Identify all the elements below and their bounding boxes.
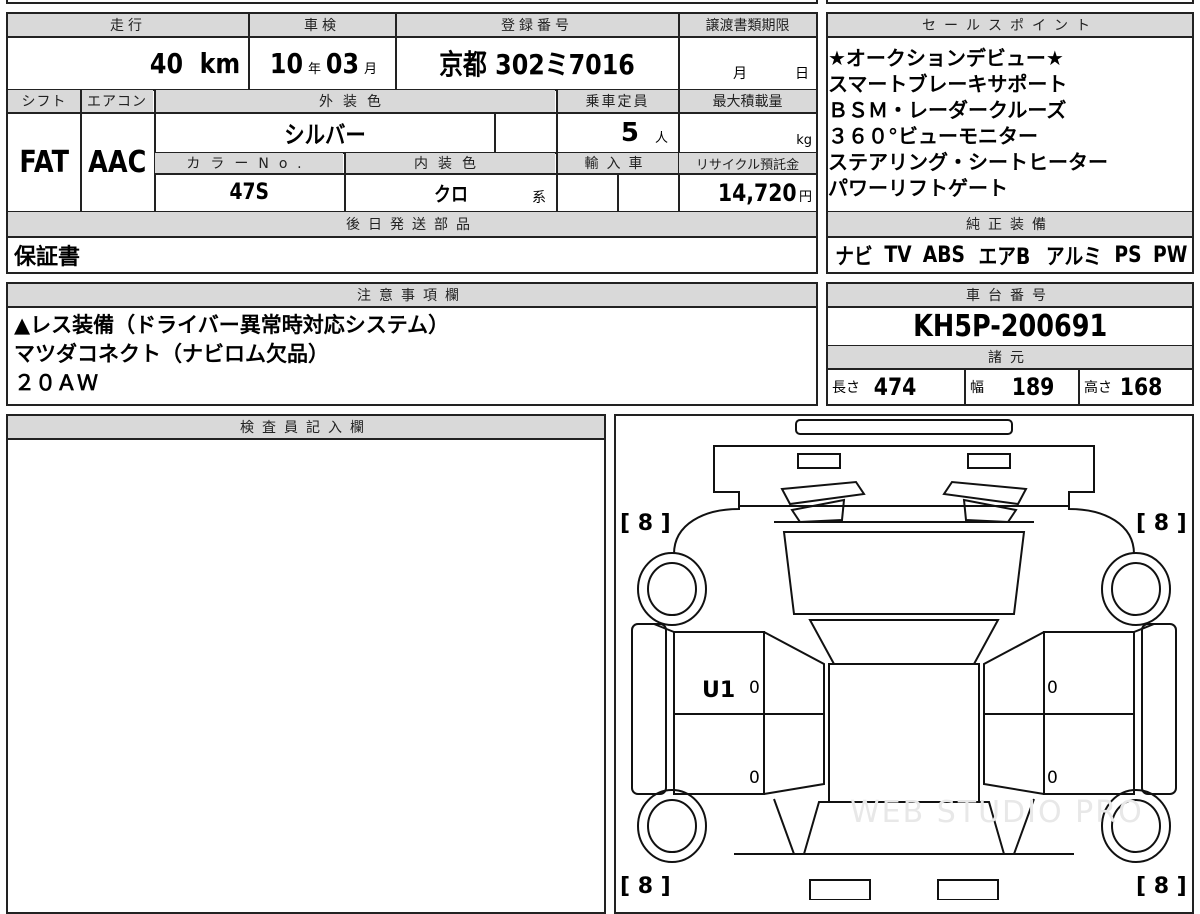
chassis-header: 車台番号 [828, 284, 1192, 306]
registration-number: 京都 302ミ7016 [439, 48, 635, 81]
inspector-header: 検査員記入欄 [8, 416, 604, 438]
panel-mark: 0 [1047, 678, 1058, 698]
specs-header: 諸元 [828, 346, 1192, 368]
shift-value: FAT [19, 144, 69, 180]
sales-point-item: パワーリフトゲート [828, 176, 1008, 200]
color-no-value: 47S [229, 180, 270, 205]
inspection-value: 10 年 03 月 [269, 46, 377, 80]
transfer-deadline-header: 譲渡書類期限 [679, 14, 816, 36]
spec-height: 高さ 168 [1084, 373, 1163, 401]
capacity-header: 乗車定員 [557, 90, 678, 112]
sales-point-item: ★オークションデビュー★ [828, 46, 1064, 70]
import-header: 輸入車 [557, 153, 678, 173]
notes-header: 注意事項欄 [8, 284, 816, 306]
sales-point-item: ３６０°ビューモニター [828, 124, 1038, 148]
equipment-item: TV [883, 242, 912, 268]
genuine-equipment-header: 純正装備 [828, 212, 1192, 236]
max-load-value: kg [796, 133, 812, 148]
sales-point-item: ＢＳＭ・レーダークルーズ [828, 98, 1067, 122]
exterior-color-header: 外装色 [155, 90, 555, 112]
equipment-item: PW [1152, 242, 1187, 268]
max-load-header: 最大積載量 [679, 90, 816, 112]
later-parts-value: 保証書 [14, 245, 81, 270]
interior-color-suffix: 系 [532, 190, 546, 206]
panel-mark: 0 [749, 678, 760, 698]
mileage-value: 40 km [150, 46, 241, 80]
equipment-item: ナビ [835, 245, 873, 270]
panel-mark: 0 [749, 768, 760, 788]
spec-length: 長さ 474 [832, 373, 917, 401]
note-item: マツダコネクト（ナビロム欠品） [14, 342, 329, 366]
watermark: WEB STUDIO PRO [850, 795, 1144, 830]
recycle-value: 14,720 円 [718, 178, 812, 207]
tread-depth-rear-left: [ 8 ] [620, 874, 671, 899]
top-cutoff-strip-right [826, 0, 1194, 4]
aircon-header: エアコン [81, 90, 153, 112]
equipment-item: ABS [922, 242, 966, 268]
shift-header: シフト [8, 90, 80, 112]
tread-depth-front-right: [ 8 ] [1136, 511, 1187, 536]
inspector-box [6, 414, 606, 914]
spec-width: 幅 189 [970, 373, 1055, 401]
capacity-value: 5人 [620, 117, 668, 148]
transfer-deadline-value: 月 日 [733, 66, 809, 82]
equipment-item: PS [1114, 242, 1142, 268]
registration-header: 登録番号 [396, 14, 678, 36]
equipment-item: エアB [978, 245, 1031, 270]
equipment-item: アルミ [1045, 245, 1102, 270]
interior-color-header: 内装色 [345, 153, 555, 173]
inspection-header: 車検 [249, 14, 395, 36]
note-item: ２０ＡＷ [14, 371, 98, 395]
sales-points-list: ★オークションデビュー★ スマートブレーキサポート ＢＳＭ・レーダークルーズ ３… [828, 45, 1192, 201]
aircon-value: AAC [88, 144, 147, 180]
top-cutoff-strip [6, 0, 818, 4]
tread-depth-rear-right: [ 8 ] [1136, 874, 1187, 899]
recycle-header: リサイクル預託金 [679, 153, 816, 173]
later-parts-header: 後日発送部品 [8, 212, 816, 236]
chassis-number: KH5P-200691 [912, 308, 1108, 344]
notes-list: ▲レス装備（ドライバー異常時対応システム） マツダコネクト（ナビロム欠品） ２０… [14, 311, 804, 398]
sales-points-header: セールスポイント [828, 14, 1192, 36]
exterior-color-value: シルバー [283, 121, 366, 149]
note-item: ▲レス装備（ドライバー異常時対応システム） [14, 313, 450, 337]
color-no-header: カラーNo. [155, 153, 343, 173]
sales-point-item: スマートブレーキサポート [828, 72, 1068, 96]
interior-color-value: クロ [433, 182, 468, 206]
damage-mark-u1: U1 [702, 678, 736, 703]
tread-depth-front-left: [ 8 ] [620, 511, 671, 536]
mileage-header: 走行 [8, 14, 248, 36]
panel-mark: 0 [1047, 768, 1058, 788]
genuine-equipment-list: ナビ TV ABS エアB アルミ PS PW [832, 238, 1190, 272]
sales-point-item: ステアリング・シートヒーター [828, 150, 1108, 174]
